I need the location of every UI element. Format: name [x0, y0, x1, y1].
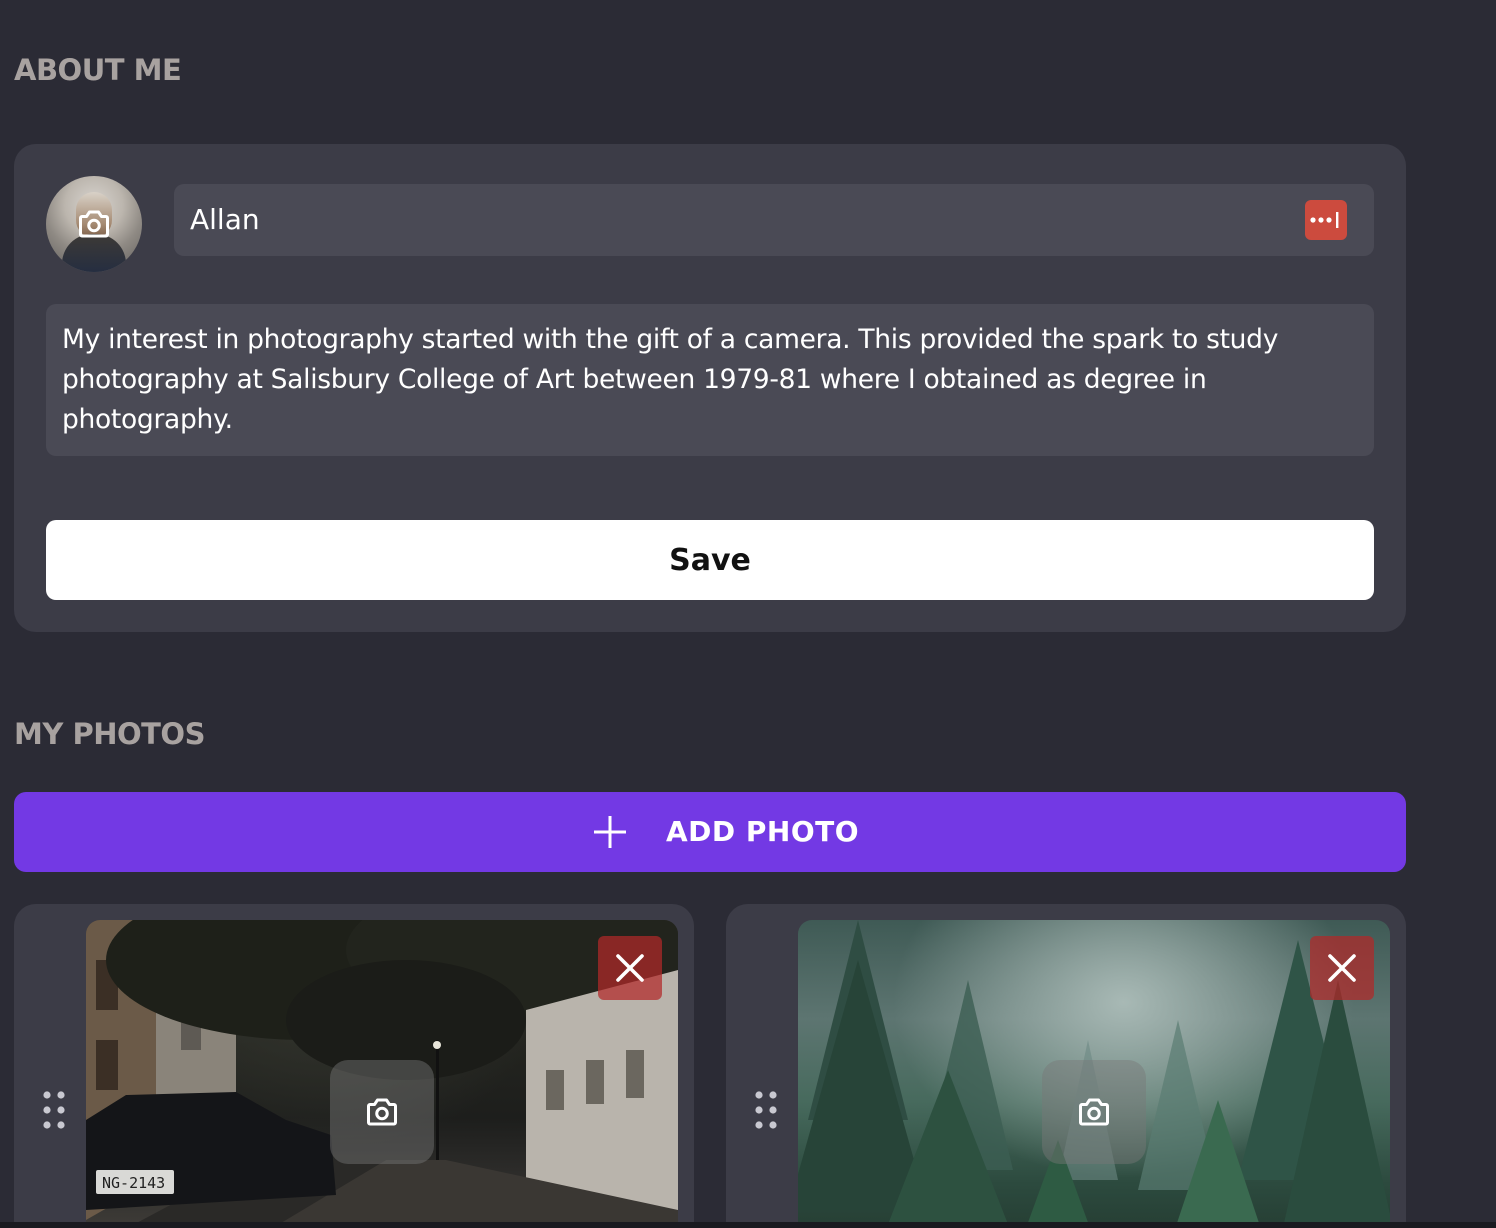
camera-icon	[367, 1098, 397, 1126]
plus-icon	[594, 816, 626, 848]
profile-editor: ABOUT ME Allan My interest in photograph…	[0, 0, 1496, 1228]
bottom-edge	[0, 1222, 1496, 1228]
drag-handle-icon[interactable]	[42, 1090, 66, 1130]
save-button[interactable]: Save	[46, 520, 1374, 600]
photo-card: NG-2143	[14, 904, 694, 1228]
camera-icon	[1079, 1098, 1109, 1126]
add-photo-label: ADD PHOTO	[666, 815, 860, 848]
change-photo-button[interactable]	[1042, 1060, 1146, 1164]
delete-photo-button[interactable]	[598, 936, 662, 1000]
about-me-card: Allan My interest in photography started…	[14, 144, 1406, 632]
add-photo-button[interactable]: ADD PHOTO	[14, 792, 1406, 872]
photo-thumbnail: NG-2143	[86, 920, 678, 1228]
my-photos-heading: MY PHOTOS	[14, 717, 205, 751]
delete-photo-button[interactable]	[1310, 936, 1374, 1000]
photo-card	[726, 904, 1406, 1228]
password-manager-icon[interactable]	[1305, 200, 1347, 240]
change-photo-button[interactable]	[330, 1060, 434, 1164]
photo-thumbnail	[798, 920, 1390, 1228]
name-value: Allan	[190, 203, 260, 236]
close-icon	[616, 954, 644, 982]
avatar-upload[interactable]	[46, 176, 142, 272]
password-dots-icon	[1310, 212, 1339, 228]
name-input[interactable]: Allan	[174, 184, 1374, 256]
drag-handle-icon[interactable]	[754, 1090, 778, 1130]
camera-icon	[79, 210, 109, 238]
bio-textarea[interactable]: My interest in photography started with …	[46, 304, 1374, 456]
license-plate-text: NG-2143	[102, 1174, 165, 1192]
close-icon	[1328, 954, 1356, 982]
about-me-heading: ABOUT ME	[14, 53, 182, 87]
bio-text: My interest in photography started with …	[62, 324, 1279, 435]
